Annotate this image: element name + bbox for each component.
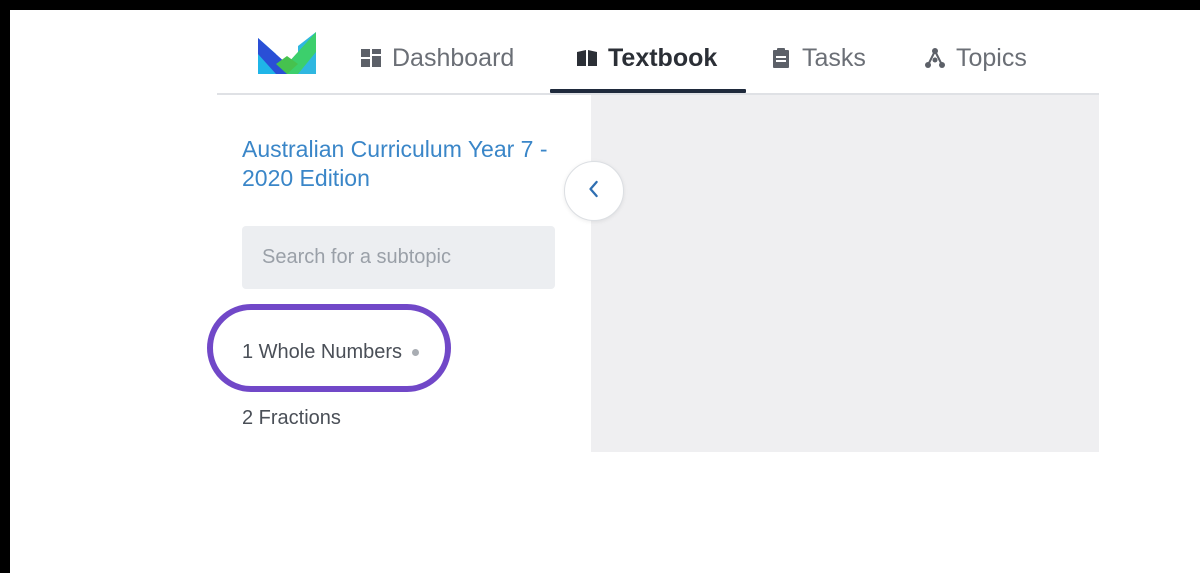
topic-status-dot <box>412 349 420 356</box>
subtopic-search-input[interactable] <box>242 226 555 289</box>
active-tab-indicator <box>550 89 746 93</box>
topic-label: 2 Fractions <box>242 407 341 429</box>
nav-topics-label: Topics <box>956 43 1027 72</box>
content-panel <box>591 95 1099 452</box>
topic-label: 1 Whole Numbers <box>242 341 403 363</box>
nav-dashboard[interactable]: Dashboard <box>360 38 514 78</box>
topic-item-whole-numbers[interactable]: 1 Whole Numbers <box>242 341 420 364</box>
book-icon <box>576 47 598 69</box>
nav-tasks-label: Tasks <box>802 43 866 72</box>
nav-dashboard-label: Dashboard <box>392 43 515 72</box>
dashboard-icon <box>360 47 382 69</box>
chevron-left-icon <box>587 180 601 203</box>
nav-textbook[interactable]: Textbook <box>576 38 717 78</box>
topics-network-icon <box>924 47 946 69</box>
nav-tasks[interactable]: Tasks <box>770 38 866 78</box>
collapse-sidebar-button[interactable] <box>564 161 624 221</box>
app-logo[interactable] <box>256 28 318 80</box>
clipboard-icon <box>770 47 792 69</box>
topic-item-fractions[interactable]: 2 Fractions <box>242 407 341 430</box>
course-title[interactable]: Australian Curriculum Year 7 - 2020 Edit… <box>242 135 562 193</box>
nav-textbook-label: Textbook <box>608 43 718 72</box>
nav-topics[interactable]: Topics <box>924 38 1027 78</box>
